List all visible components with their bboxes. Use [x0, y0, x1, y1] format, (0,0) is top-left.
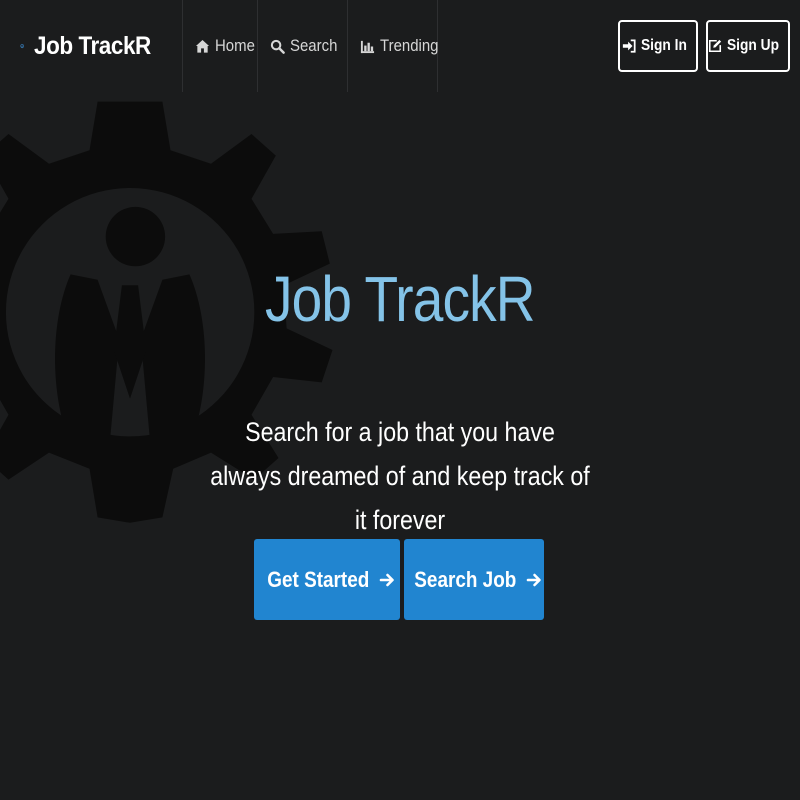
- sign-up-button[interactable]: Sign Up: [706, 20, 790, 72]
- nav-home[interactable]: Home: [183, 0, 258, 92]
- home-icon: [195, 39, 210, 53]
- bar-chart-icon: [360, 40, 375, 53]
- auth-buttons: Sign In Sign Up: [618, 0, 800, 92]
- sign-up-label: Sign Up: [727, 37, 780, 54]
- search-job-label: Search Job: [413, 566, 516, 592]
- hero-title: Job TrackR: [0, 262, 800, 336]
- search-job-button[interactable]: Search Job: [404, 539, 544, 620]
- nav-trending-label: Trending: [380, 36, 439, 55]
- get-started-button[interactable]: Get Started: [254, 539, 400, 620]
- brand-title: Job TrackR: [34, 31, 152, 60]
- get-started-label: Get Started: [267, 566, 369, 592]
- arrow-right-icon: [379, 573, 395, 586]
- hero-subtitle-text: Search for a job that you have always dr…: [210, 417, 590, 535]
- search-icon: [270, 39, 285, 54]
- nav-search[interactable]: Search: [258, 0, 348, 92]
- hero-section: Job TrackR Search for a job that you hav…: [0, 0, 800, 800]
- sign-in-label: Sign In: [640, 37, 687, 54]
- brand[interactable]: Job TrackR: [0, 0, 183, 92]
- page: Job TrackR Home Search Trending Sign In …: [0, 0, 800, 800]
- edit-icon: [709, 39, 722, 53]
- hero-title-text: Job TrackR: [265, 263, 536, 335]
- gear-person-logo-icon: [20, 43, 25, 49]
- sign-in-icon: [622, 39, 636, 53]
- top-navbar: Job TrackR Home Search Trending Sign In …: [0, 0, 800, 92]
- nav-home-label: Home: [215, 36, 255, 55]
- hero-subtitle: Search for a job that you have always dr…: [175, 410, 625, 542]
- nav-search-label: Search: [290, 36, 338, 55]
- hero-actions: Get Started Search Job: [254, 539, 544, 620]
- arrow-right-icon: [526, 573, 542, 586]
- nav-trending[interactable]: Trending: [348, 0, 438, 92]
- sign-in-button[interactable]: Sign In: [618, 20, 698, 72]
